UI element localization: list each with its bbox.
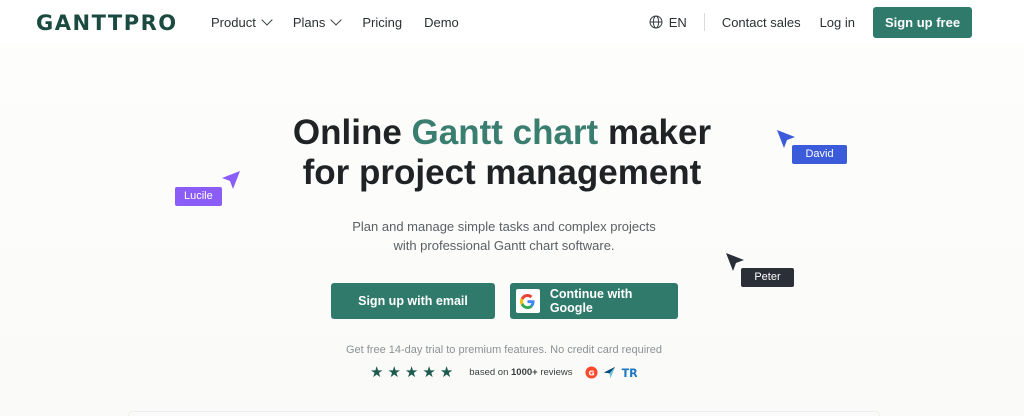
reviews-suffix: reviews — [537, 366, 573, 378]
log-in-link[interactable]: Log in — [820, 15, 855, 30]
star-icon: ★ — [404, 363, 419, 381]
capterra-icon[interactable] — [603, 366, 616, 379]
trustradius-icon[interactable]: TR — [621, 366, 637, 379]
trial-note: Get free 14-day trial to premium feature… — [345, 344, 663, 356]
hero-title-accent: Gantt chart — [411, 113, 599, 152]
hero-title-line2: for project management — [302, 153, 702, 192]
rating-stars: ★ ★ ★ ★ ★ — [370, 365, 457, 380]
nav-item-product[interactable]: Product — [211, 14, 273, 30]
subtitle-line1: Plan and manage simple tasks and complex… — [352, 219, 656, 234]
nav-divider — [703, 13, 705, 31]
g2-icon[interactable]: G — [584, 365, 598, 379]
reviews-text: based on 1000+ reviews — [469, 367, 572, 378]
svg-text:G: G — [588, 368, 594, 377]
continue-with-google-label: Continue with Google — [549, 287, 633, 315]
star-icon: ★ — [370, 363, 384, 381]
reviews-prefix: based on — [469, 366, 511, 378]
chevron-down-icon — [261, 14, 273, 26]
cursor-label-peter: Peter — [741, 268, 794, 287]
preview-panel-edge — [128, 411, 880, 416]
language-label: EN — [668, 14, 687, 30]
hero-subtitle: Plan and manage simple tasks and complex… — [0, 217, 1008, 255]
star-icon: ★ — [387, 363, 401, 381]
reviews-row: ★ ★ ★ ★ ★ based on 1000+ reviews G TR — [370, 363, 642, 381]
star-icon: ★ — [439, 363, 454, 381]
globe-icon — [649, 15, 663, 29]
reviews-count: 1000+ — [511, 366, 538, 378]
nav-item-label: Demo — [424, 14, 459, 30]
nav-item-demo[interactable]: Demo — [424, 15, 459, 30]
top-navigation: GANTTPRO Product Plans Pricing Demo EN C… — [0, 0, 1024, 44]
cursor-label-david: David — [792, 145, 847, 164]
contact-sales-link[interactable]: Contact sales — [722, 15, 801, 30]
hero-title: Online Gantt chart maker for project man… — [0, 113, 1004, 193]
star-icon: ★ — [422, 363, 436, 381]
nav-item-label: Product — [211, 14, 256, 30]
ganttpro-logo[interactable]: GANTTPRO — [36, 11, 178, 35]
sign-up-with-email-button[interactable]: Sign up with email — [331, 283, 495, 319]
nav-item-pricing[interactable]: Pricing — [362, 15, 402, 30]
cursor-pointer-icon — [222, 171, 240, 189]
sign-up-free-button[interactable]: Sign up free — [873, 6, 972, 38]
cursor-label-lucile: Lucile — [175, 187, 222, 206]
google-icon — [516, 289, 540, 313]
hero-title-part2: maker — [598, 113, 712, 152]
nav-item-label: Plans — [292, 14, 326, 30]
nav-item-plans[interactable]: Plans — [292, 14, 343, 30]
chevron-down-icon — [330, 14, 343, 26]
nav-menu: Product Plans Pricing Demo — [211, 0, 481, 44]
svg-text:TR: TR — [621, 367, 636, 379]
language-selector[interactable]: EN — [649, 15, 687, 30]
nav-item-label: Pricing — [362, 14, 403, 30]
nav-actions: EN Contact sales Log in Sign up free — [649, 0, 972, 44]
continue-with-google-button[interactable]: Continue with Google — [510, 283, 678, 319]
hero-title-part1: Online — [292, 113, 412, 152]
subtitle-line2: with professional Gantt chart software. — [393, 238, 615, 253]
